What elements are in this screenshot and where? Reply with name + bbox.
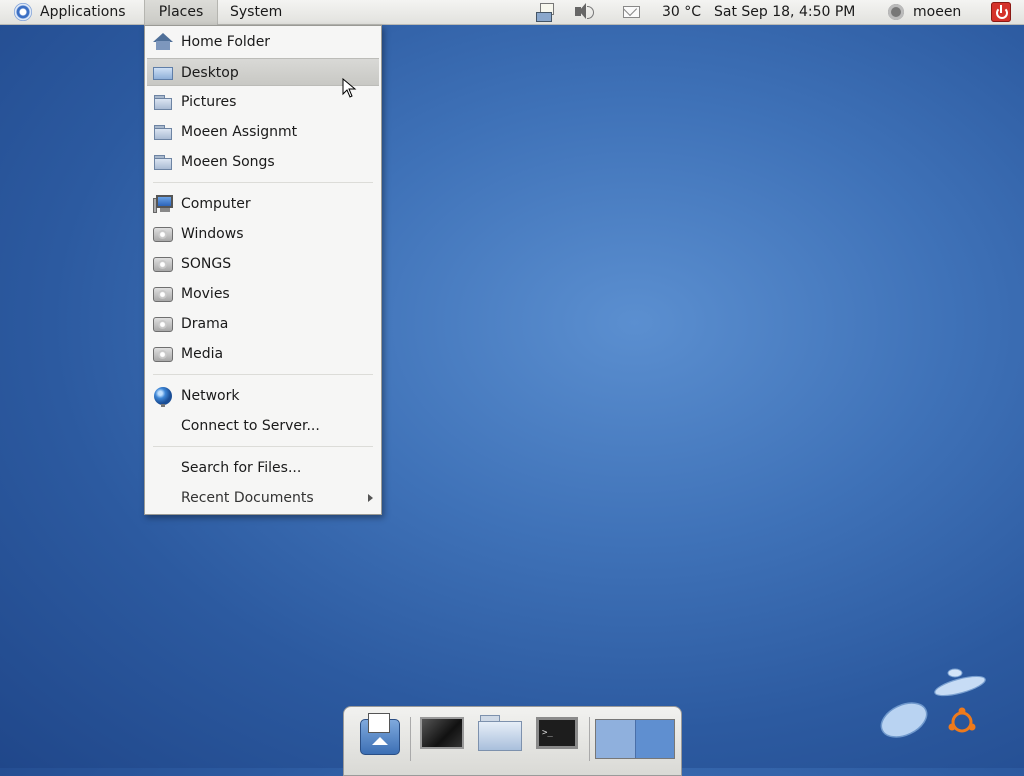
places-menu[interactable]: Places: [144, 0, 218, 25]
top-panel: Applications Places System 30 °C Sat Sep…: [0, 0, 1024, 25]
power-icon: [991, 2, 1011, 22]
menu-item-label: Moeen Songs: [181, 154, 275, 170]
menu-item-songs[interactable]: SONGS: [147, 250, 379, 278]
workspace-1[interactable]: [596, 720, 635, 758]
username-label: moeen: [913, 4, 962, 20]
shutdown-button[interactable]: [990, 0, 1012, 25]
menu-item-label: Recent Documents: [181, 490, 314, 506]
menu-item-recent-documents[interactable]: Recent Documents: [147, 484, 379, 512]
network-globe-icon: [153, 387, 173, 407]
menu-item-computer[interactable]: Computer: [147, 190, 379, 218]
menu-item-search-for-files[interactable]: Search for Files...: [147, 454, 379, 482]
menu-item-moeen-songs[interactable]: Moeen Songs: [147, 148, 379, 176]
applications-menu-label: Applications: [40, 4, 126, 20]
screen-app-icon[interactable]: [420, 713, 464, 759]
menu-item-media[interactable]: Media: [147, 340, 379, 368]
menu-item-label: Moeen Assignmt: [181, 124, 298, 140]
terminal-icon[interactable]: [536, 713, 580, 759]
desktop-icon: [153, 64, 173, 82]
menu-item-label: SONGS: [181, 256, 232, 272]
system-menu-label: System: [230, 4, 283, 20]
menu-item-connect-to-server[interactable]: Connect to Server...: [147, 412, 379, 440]
menu-item-label: Network: [181, 388, 240, 404]
applications-logo-icon: [14, 3, 32, 21]
mail-icon[interactable]: [620, 0, 644, 25]
places-menu-label: Places: [158, 4, 204, 20]
drive-icon: [153, 225, 173, 243]
menu-separator: [153, 446, 373, 447]
drive-icon: [153, 345, 173, 363]
menu-item-label: Movies: [181, 286, 230, 302]
dock-separator: [589, 717, 590, 761]
menu-item-label: Desktop: [181, 65, 239, 81]
menu-item-label: Connect to Server...: [181, 418, 320, 434]
workspace-switcher[interactable]: [595, 719, 675, 759]
computer-icon: [153, 195, 173, 213]
menu-item-windows[interactable]: Windows: [147, 220, 379, 248]
clock[interactable]: Sat Sep 18, 4:50 PM: [714, 0, 855, 25]
menu-item-label: Computer: [181, 196, 251, 212]
volume-icon[interactable]: [572, 0, 596, 25]
system-menu[interactable]: System: [222, 0, 290, 25]
menu-separator: [153, 374, 373, 375]
applications-menu[interactable]: Applications: [8, 0, 134, 25]
folder-icon: [153, 93, 173, 111]
menu-item-label: Home Folder: [181, 34, 271, 50]
home-icon: [153, 33, 173, 51]
drive-icon: [153, 255, 173, 273]
mouse-cursor-icon: [342, 78, 357, 98]
menu-item-drama[interactable]: Drama: [147, 310, 379, 338]
menu-item-network[interactable]: Network: [147, 382, 379, 410]
network-status-icon[interactable]: [534, 0, 558, 25]
menu-item-home-folder[interactable]: Home Folder: [147, 28, 379, 56]
folder-icon: [153, 123, 173, 141]
temperature-readout[interactable]: 30 °C: [662, 0, 701, 25]
menu-item-movies[interactable]: Movies: [147, 280, 379, 308]
file-browser-icon[interactable]: [478, 713, 522, 759]
menu-item-label: Media: [181, 346, 224, 362]
menu-item-label: Windows: [181, 226, 244, 242]
menu-item-label: Pictures: [181, 94, 237, 110]
menu-separator: [153, 182, 373, 183]
folder-icon: [153, 153, 173, 171]
user-icon: [888, 4, 904, 20]
drive-icon: [153, 285, 173, 303]
workspace-2[interactable]: [635, 720, 674, 758]
menu-item-label: Drama: [181, 316, 229, 332]
bottom-dock: [343, 706, 682, 776]
app-launcher-icon[interactable]: [358, 713, 402, 759]
ubuntu-desktop-logo: [880, 668, 986, 738]
drive-icon: [153, 315, 173, 333]
dock-separator: [410, 717, 411, 761]
menu-item-moeen-assignmt[interactable]: Moeen Assignmt: [147, 118, 379, 146]
submenu-arrow-icon: [368, 494, 373, 502]
menu-item-label: Search for Files...: [181, 460, 302, 476]
